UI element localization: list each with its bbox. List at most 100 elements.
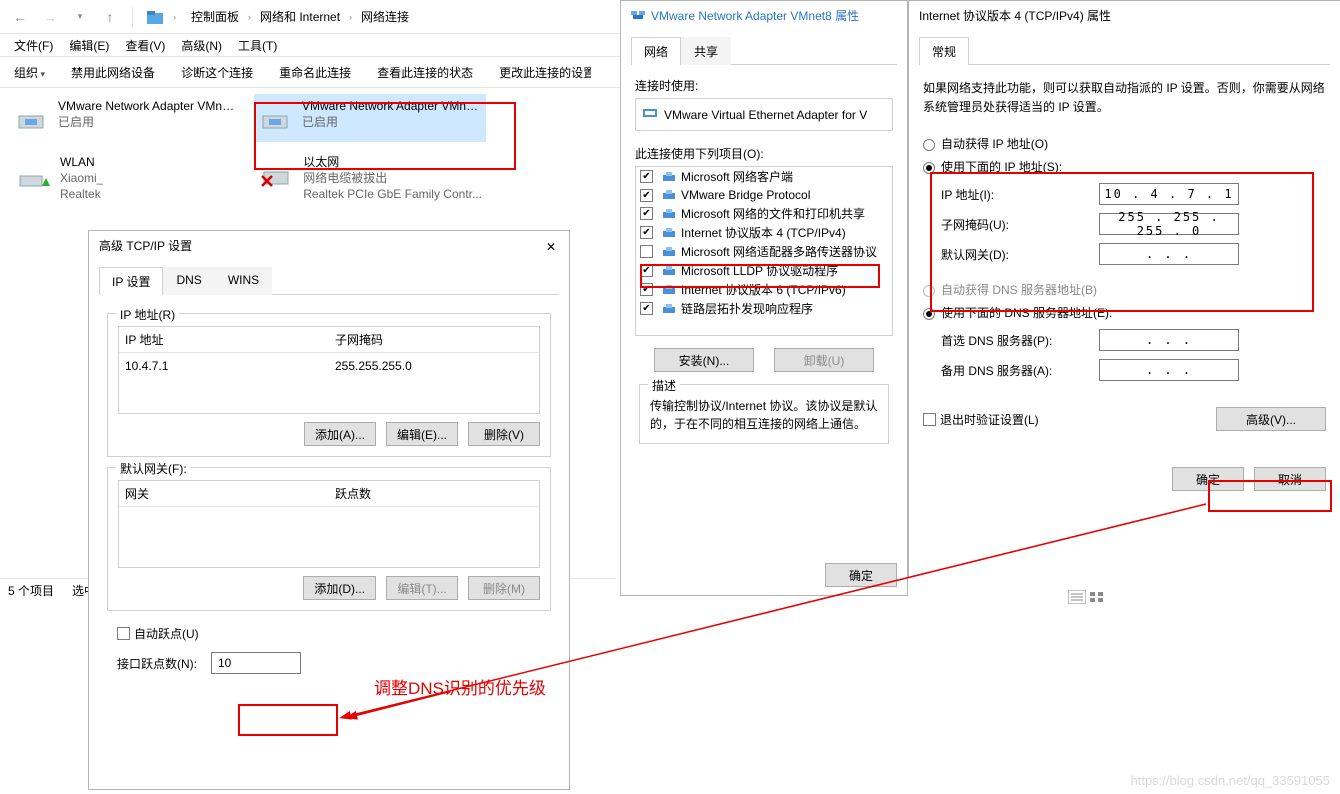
tab-sharing[interactable]: 共享 (681, 37, 731, 65)
adapter-name: 以太网 (303, 154, 482, 170)
menu-tools[interactable]: 工具(T) (232, 35, 283, 56)
advanced-button[interactable]: 高级(V)... (1216, 407, 1326, 431)
nic-icon (14, 154, 54, 194)
nic-icon (258, 98, 296, 138)
gateway-input[interactable]: . . . (1099, 243, 1239, 265)
bc-sep: › (173, 12, 176, 22)
breadcrumb[interactable]: 控制面板› 网络和 Internet› 网络连接 (182, 6, 412, 27)
menu-edit[interactable]: 编辑(E) (63, 35, 115, 56)
group-default-gateway: 默认网关(F): 网关跃点数 添加(D)... 编辑(T)... 删除(M) (107, 467, 551, 611)
adapter-name: VMware Network Adapter VMnet1 (58, 98, 238, 114)
ip-input[interactable]: 10 . 4 . 7 . 1 (1099, 183, 1239, 205)
protocol-checkbox[interactable] (640, 283, 653, 296)
dialog-advanced-tcpip: 高级 TCP/IP 设置 ✕ IP 设置 DNS WINS IP 地址(R) I… (88, 230, 570, 790)
protocol-item[interactable]: Microsoft 网络适配器多路传送器协议 (636, 242, 892, 261)
protocol-item[interactable]: Microsoft 网络客户端 (636, 167, 892, 186)
protocol-checkbox[interactable] (640, 302, 653, 315)
ok-button[interactable]: 确定 (825, 563, 897, 587)
view-switcher[interactable] (1068, 590, 1106, 604)
ip-value[interactable]: 10.4.7.1 (119, 355, 329, 377)
cmd-change[interactable]: 更改此连接的设置 (491, 60, 591, 85)
protocol-checkbox[interactable] (640, 170, 653, 183)
forward-button[interactable]: → (38, 5, 62, 29)
bc-item[interactable]: 控制面板 (188, 6, 242, 27)
add-button[interactable]: 添加(A)... (304, 422, 376, 446)
radio-auto-ip[interactable] (923, 139, 935, 151)
bc-item[interactable]: 网络和 Internet (257, 6, 343, 27)
tab-ip-settings[interactable]: IP 设置 (99, 267, 163, 295)
nic-icon (258, 154, 297, 194)
adapter-item[interactable]: WLANXiaomi_Realtek (10, 150, 242, 207)
adapter-item[interactable]: 以太网网络电缆被拔出Realtek PCIe GbE Family Contr.… (254, 150, 486, 207)
protocol-list[interactable]: Microsoft 网络客户端VMware Bridge ProtocolMic… (635, 166, 893, 336)
hint-text: 如果网络支持此功能，则可以获取自动指派的 IP 设置。否则，你需要从网络系统管理… (923, 79, 1326, 117)
ok-button[interactable]: 确定 (1172, 467, 1244, 491)
adapter-item[interactable]: VMware Network Adapter VMnet8已启用 (254, 94, 486, 142)
adapter-name: VMware Network Adapter VMnet8 (302, 98, 482, 114)
metric-input[interactable]: 10 (211, 652, 301, 674)
protocol-checkbox[interactable] (640, 189, 653, 202)
recent-dropdown[interactable]: ▾ (68, 5, 92, 29)
dns2-label: 备用 DNS 服务器(A): (941, 362, 1091, 379)
dialog-title: 高级 TCP/IP 设置 ✕ (89, 231, 569, 260)
bc-item[interactable]: 网络连接 (358, 6, 412, 27)
tab-wins[interactable]: WINS (215, 267, 272, 295)
mask-value[interactable]: 255.255.255.0 (329, 355, 539, 377)
protocol-item[interactable]: Microsoft 网络的文件和打印机共享 (636, 204, 892, 223)
add-button[interactable]: 添加(D)... (303, 576, 376, 600)
dns1-input[interactable]: . . . (1099, 329, 1239, 351)
protocol-icon (661, 301, 677, 317)
status-count: 5 个项目 (8, 582, 54, 599)
protocol-checkbox[interactable] (640, 207, 653, 220)
radio-use-ip[interactable] (923, 162, 935, 174)
protocol-label: Internet 协议版本 6 (TCP/IPv6) (681, 281, 846, 298)
adapter-status: 已启用 (58, 114, 238, 130)
hdr-ip: IP 地址 (119, 327, 329, 352)
mask-input[interactable]: 255 . 255 . 255 . 0 (1099, 213, 1239, 235)
protocol-icon (661, 263, 677, 279)
back-button[interactable]: ← (8, 5, 32, 29)
menu-advanced[interactable]: 高级(N) (175, 35, 228, 56)
cmd-rename[interactable]: 重命名此连接 (271, 60, 359, 85)
uninstall-button: 卸载(U) (774, 348, 874, 372)
up-button[interactable]: ↑ (98, 5, 122, 29)
install-button[interactable]: 安装(N)... (654, 348, 754, 372)
cmd-organize[interactable]: 组织 (6, 60, 53, 85)
network-icon (631, 7, 645, 24)
dialog-title: VMware Network Adapter VMnet8 属性 (621, 1, 907, 30)
cmd-status[interactable]: 查看此连接的状态 (369, 60, 481, 85)
delete-button[interactable]: 删除(V) (468, 422, 540, 446)
adapter-status: Xiaomi_ (60, 170, 103, 186)
cmd-disable[interactable]: 禁用此网络设备 (63, 60, 163, 85)
protocol-item[interactable]: VMware Bridge Protocol (636, 186, 892, 204)
folder-icon (143, 5, 167, 29)
tab-dns[interactable]: DNS (163, 267, 214, 295)
adapter-item[interactable]: VMware Network Adapter VMnet1已启用 (10, 94, 242, 142)
menu-view[interactable]: 查看(V) (119, 35, 171, 56)
hdr-metric: 跃点数 (329, 481, 539, 506)
tab-network[interactable]: 网络 (631, 37, 681, 65)
close-icon[interactable]: ✕ (541, 237, 561, 257)
metric-label: 接口跃点数(N): (117, 655, 197, 672)
adapter-status: 已启用 (302, 114, 482, 130)
protocol-checkbox[interactable] (640, 226, 653, 239)
dialog-ipv4-properties: Internet 协议版本 4 (TCP/IPv4) 属性 常规 如果网络支持此… (908, 0, 1340, 578)
protocol-item[interactable]: 链路层拓扑发现响应程序 (636, 299, 892, 318)
gateway-label: 默认网关(D): (941, 246, 1091, 263)
tab-general[interactable]: 常规 (919, 37, 969, 65)
auto-metric-checkbox[interactable] (117, 627, 130, 640)
protocol-checkbox[interactable] (640, 264, 653, 277)
dialog-adapter-properties: VMware Network Adapter VMnet8 属性 网络 共享 连… (620, 0, 908, 596)
adapter-name-box: VMware Virtual Ethernet Adapter for V (635, 98, 893, 131)
protocol-item[interactable]: Microsoft LLDP 协议驱动程序 (636, 261, 892, 280)
validate-checkbox[interactable] (923, 413, 936, 426)
protocol-checkbox[interactable] (640, 245, 653, 258)
menu-file[interactable]: 文件(F) (8, 35, 59, 56)
protocol-item[interactable]: Internet 协议版本 6 (TCP/IPv6) (636, 280, 892, 299)
edit-button[interactable]: 编辑(E)... (386, 422, 458, 446)
cancel-button[interactable]: 取消 (1254, 467, 1326, 491)
radio-use-dns[interactable] (923, 308, 935, 320)
dns2-input[interactable]: . . . (1099, 359, 1239, 381)
cmd-diagnose[interactable]: 诊断这个连接 (173, 60, 261, 85)
protocol-item[interactable]: Internet 协议版本 4 (TCP/IPv4) (636, 223, 892, 242)
